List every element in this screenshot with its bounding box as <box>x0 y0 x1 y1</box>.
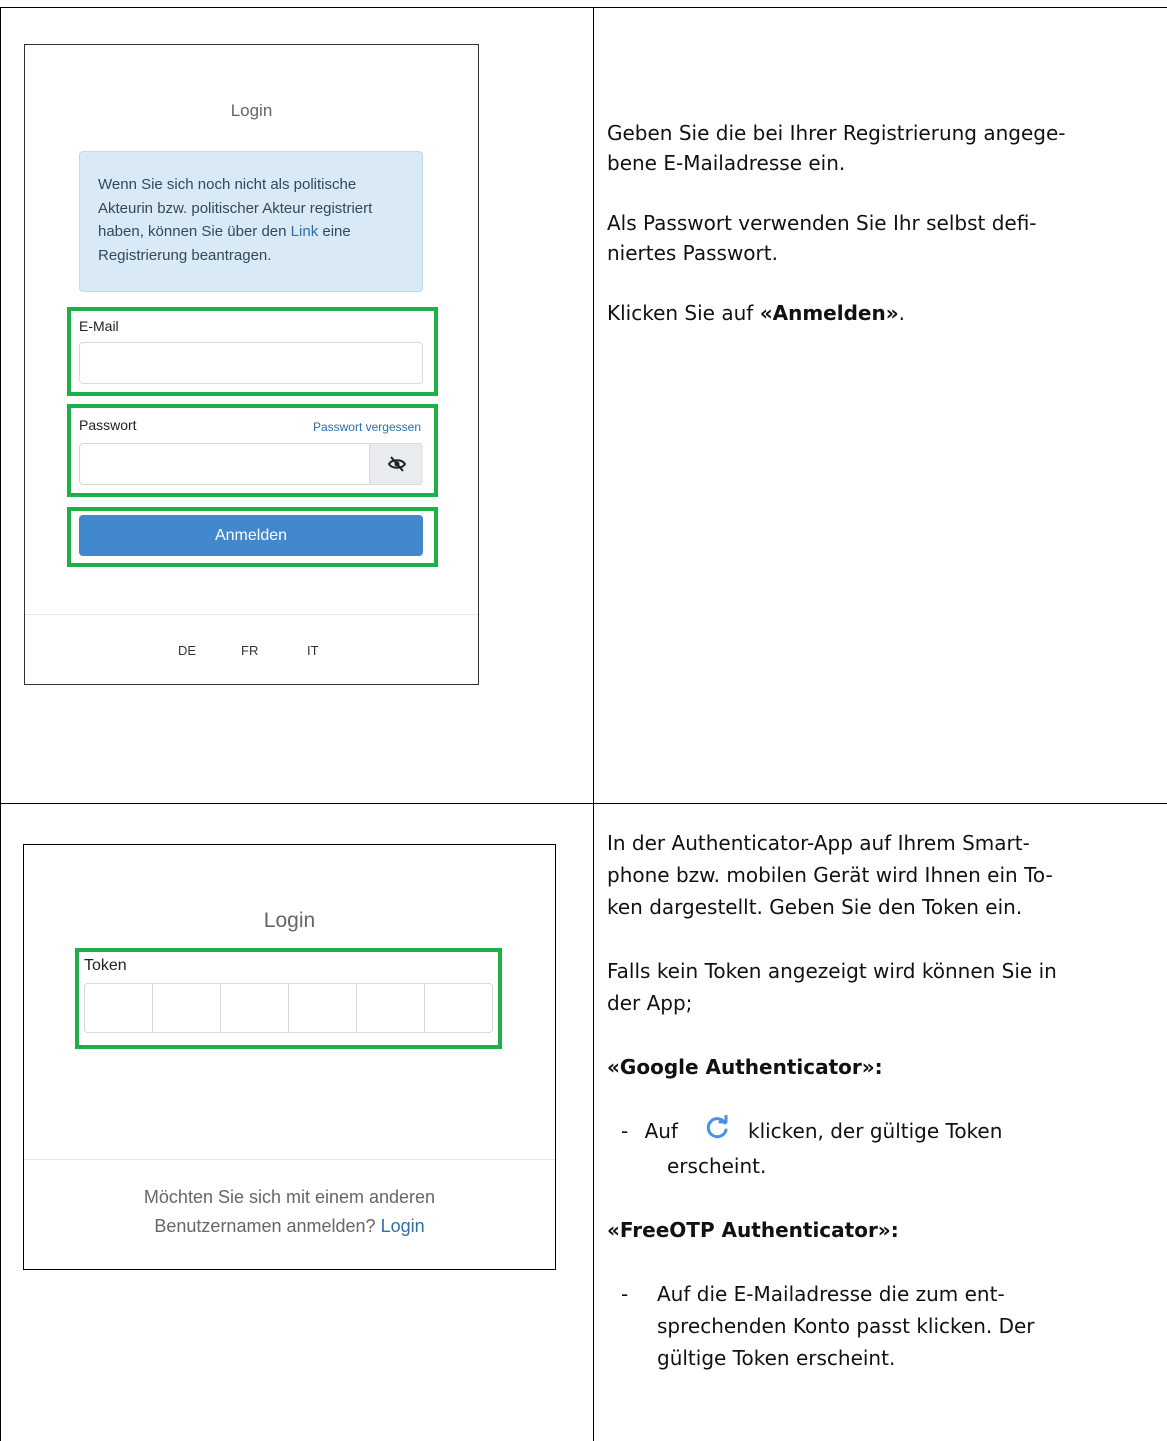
bullet-dash: - <box>621 1119 629 1143</box>
instruction-line: In der Authenticator-App auf Ihrem Smart… <box>607 831 1030 855</box>
password-label: Passwort <box>79 417 137 433</box>
instruction-line: bene E-Mailadresse ein. <box>607 151 846 175</box>
instruction-text: . <box>898 301 905 325</box>
bullet-text: klicken, der gültige Token <box>747 1119 1003 1143</box>
language-it[interactable]: IT <box>307 643 319 658</box>
instruction-line: Geben Sie die bei Ihrer Registrierung an… <box>607 121 1066 145</box>
footer-divider <box>25 614 478 615</box>
refresh-icon <box>704 1114 730 1150</box>
toggle-password-visibility[interactable] <box>369 444 423 484</box>
token-digit-input[interactable] <box>153 984 221 1032</box>
table-row-divider <box>0 803 1167 804</box>
google-heading: «Google Authenticator»: <box>607 1051 1057 1083</box>
email-label: E-Mail <box>79 318 119 334</box>
bullet-line: Auf die E-Mailadresse die zum ent- <box>657 1282 1005 1306</box>
table-column-divider <box>593 7 594 1441</box>
instruction-line: Klicken Sie auf «Anmelden». <box>607 298 1066 328</box>
table-border-top <box>0 7 1167 8</box>
eye-slash-icon <box>387 456 406 472</box>
instruction-bold: «Anmelden» <box>759 301 899 325</box>
alt-login-line: Möchten Sie sich mit einem anderen <box>143 1187 436 1207</box>
login-screenshot: Login Wenn Sie sich noch nicht als polit… <box>24 44 479 685</box>
table-border-left <box>0 7 1 1441</box>
instruction-line: Falls kein Token angezeigt wird können S… <box>607 959 1057 983</box>
bullet-line: sprechenden Konto passt klicken. Der <box>657 1314 1035 1338</box>
alt-login-question: Benutzernamen anmelden? <box>154 1216 376 1236</box>
step1-instructions: Geben Sie die bei Ihrer Registrierung an… <box>607 118 1066 328</box>
instruction-line: der App; <box>607 991 693 1015</box>
freeotp-heading-text: «FreeOTP Authenticator»: <box>607 1218 899 1242</box>
token-screenshot: Login Token Möchten Sie sich mit einem a… <box>23 844 556 1270</box>
language-de[interactable]: DE <box>178 643 196 658</box>
token-digit-input[interactable] <box>85 984 153 1032</box>
alt-login-link[interactable]: Login <box>381 1216 425 1236</box>
registration-link[interactable]: Link <box>291 223 319 240</box>
instruction-line: ken dargestellt. Geben Sie den Token ein… <box>607 895 1023 919</box>
token-digit-input[interactable] <box>425 984 492 1032</box>
instruction-line: Als Passwort verwenden Sie Ihr selbst de… <box>607 211 1037 235</box>
step2-instructions: In der Authenticator-App auf Ihrem Smart… <box>607 827 1057 1374</box>
google-heading-text: «Google Authenticator»: <box>607 1055 883 1079</box>
freeotp-bullet: - Auf die E-Mailadresse die zum ent- spr… <box>607 1278 1057 1374</box>
language-fr[interactable]: FR <box>241 643 258 658</box>
token-digit-input[interactable] <box>357 984 425 1032</box>
email-field[interactable] <box>79 342 423 384</box>
google-bullet: - Auf klicken, der gültige Token <box>607 1114 1057 1150</box>
footer-divider <box>24 1159 555 1160</box>
freeotp-heading: «FreeOTP Authenticator»: <box>607 1214 1057 1246</box>
login-button[interactable]: Anmelden <box>79 515 423 556</box>
instruction-line: niertes Passwort. <box>607 241 778 265</box>
login-title: Login <box>263 909 316 932</box>
token-label: Token <box>84 957 127 974</box>
registration-info-box: Wenn Sie sich noch nicht als politische … <box>79 151 423 292</box>
token-digit-input[interactable] <box>221 984 289 1032</box>
bullet-line: gültige Token erscheint. <box>657 1346 896 1370</box>
alt-login-line: Benutzernamen anmelden? Login <box>24 1212 555 1241</box>
instruction-line: phone bzw. mobilen Gerät wird Ihnen ein … <box>607 863 1053 887</box>
token-digit-input[interactable] <box>289 984 357 1032</box>
forgot-password-link[interactable]: Passwort vergessen <box>313 420 421 434</box>
bullet-continuation: erscheint. <box>667 1154 767 1178</box>
bullet-dash: - <box>621 1282 629 1306</box>
token-input-group <box>84 983 493 1033</box>
bullet-text: Auf <box>644 1119 678 1143</box>
instruction-text: Klicken Sie auf <box>607 301 760 325</box>
login-title: Login <box>230 101 273 120</box>
alt-login-text: Möchten Sie sich mit einem anderen Benut… <box>24 1183 555 1241</box>
